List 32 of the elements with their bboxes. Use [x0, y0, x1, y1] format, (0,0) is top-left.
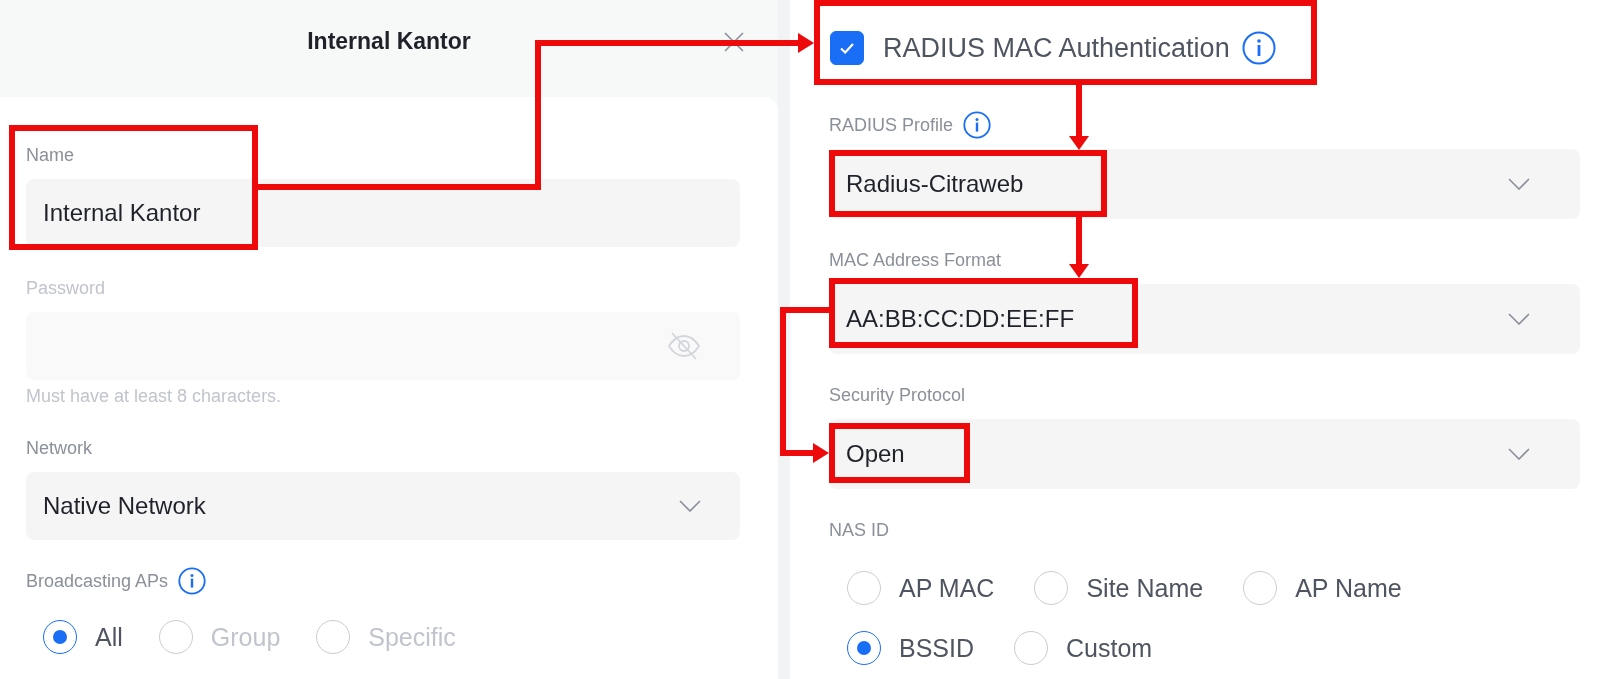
- helper-text: Must have at least 8 characters.: [26, 386, 283, 407]
- info-icon[interactable]: [1241, 31, 1276, 65]
- radio-option[interactable]: BSSID: [847, 631, 975, 665]
- chevron-down-icon: [1508, 313, 1530, 325]
- chevron-down-icon: [679, 500, 701, 512]
- checkbox[interactable]: [830, 31, 864, 65]
- close-icon[interactable]: [723, 30, 745, 53]
- select-field[interactable]: AA:BB:CC:DD:EE:FF: [829, 284, 1580, 354]
- radio-option[interactable]: Site Name: [1034, 571, 1204, 605]
- radio-option[interactable]: Custom: [1014, 631, 1153, 665]
- dialog-title: Internal Kantor: [307, 28, 471, 55]
- field-label: Network: [26, 437, 92, 459]
- connector-arrow: [1069, 85, 1089, 150]
- field-label: RADIUS Profile: [829, 114, 954, 136]
- field-label: Name: [26, 144, 74, 166]
- field-label: Security Protocol: [829, 384, 966, 406]
- field-label: MAC Address Format: [829, 249, 1002, 271]
- chevron-down-icon: [1508, 448, 1530, 460]
- chevron-down-icon: [1508, 178, 1530, 190]
- checkbox-label: RADIUS MAC Authentication: [883, 32, 1230, 64]
- field-label: NAS ID: [829, 519, 889, 541]
- field-label: Broadcasting APs: [26, 570, 169, 592]
- info-icon[interactable]: [178, 567, 207, 595]
- radio-option[interactable]: AP Name: [1243, 571, 1402, 605]
- radio-option[interactable]: AP MAC: [847, 571, 995, 605]
- select-field[interactable]: Open: [829, 419, 1580, 489]
- name-field[interactable]: Internal Kantor: [26, 179, 740, 247]
- connector-arrow: [1069, 217, 1089, 278]
- field-label: Password: [26, 277, 106, 299]
- select-field[interactable]: Native Network: [26, 472, 740, 540]
- radio-option[interactable]: All: [43, 620, 123, 654]
- info-icon[interactable]: [963, 111, 992, 139]
